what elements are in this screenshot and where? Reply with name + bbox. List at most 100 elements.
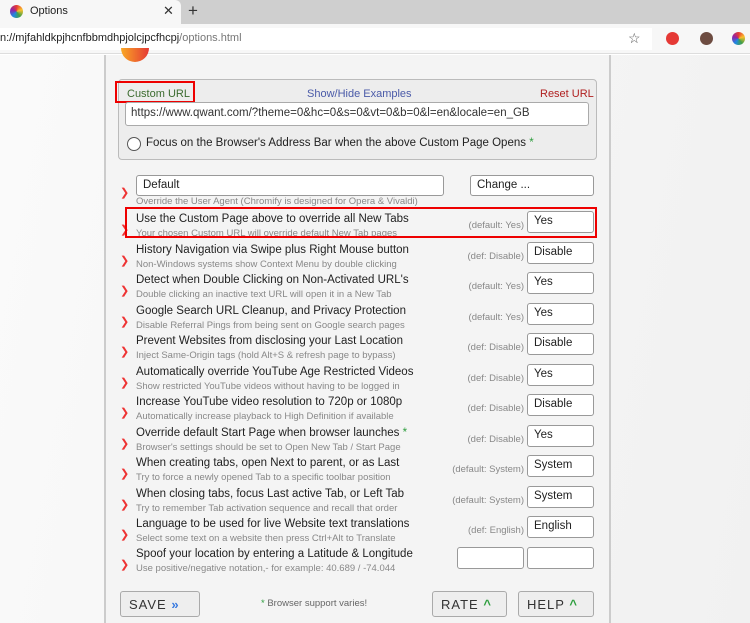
option-row: ❯ When creating tabs, open Next to paren… bbox=[118, 455, 598, 487]
focus-address-bar-radio[interactable] bbox=[127, 137, 141, 151]
row-title-text: Language to be used for live Website tex… bbox=[136, 518, 410, 530]
save-button[interactable]: SAVE » bbox=[120, 591, 200, 617]
default-value-label: (def: English) bbox=[468, 525, 524, 536]
focus-address-bar-label: Focus on the Browser's Address Bar when … bbox=[146, 137, 534, 149]
option-row: ❯ Google Search URL Cleanup, and Privacy… bbox=[118, 302, 598, 335]
row-title-text: Prevent Websites from disclosing your La… bbox=[136, 335, 403, 347]
row-title-text: Automatically override YouTube Age Restr… bbox=[136, 365, 414, 378]
option-row: ❯ Language to be used for live Website t… bbox=[118, 516, 598, 548]
change-user-agent-button[interactable]: Change ... bbox=[470, 175, 594, 196]
url-path: /options.html bbox=[179, 32, 242, 44]
option-select[interactable]: Disable bbox=[527, 394, 594, 416]
row-title-text: When closing tabs, focus Last active Tab… bbox=[136, 487, 405, 500]
option-select[interactable]: Yes bbox=[527, 363, 594, 386]
option-select[interactable]: Yes bbox=[527, 302, 594, 325]
extension-icon[interactable] bbox=[666, 32, 679, 45]
help-label: HELP bbox=[527, 597, 565, 612]
row-description: Double clicking an inactive text URL wil… bbox=[136, 289, 392, 300]
chevron-right-icon: ❯ bbox=[120, 559, 130, 571]
favorite-star-icon[interactable]: ☆ bbox=[628, 30, 641, 47]
option-select[interactable]: Disable bbox=[527, 333, 594, 355]
chevron-up-icon: ^ bbox=[483, 597, 492, 612]
row-description: Show restricted YouTube videos without h… bbox=[136, 380, 400, 392]
reset-url-link[interactable]: Reset URL bbox=[540, 88, 594, 100]
row-title-text: Increase YouTube video resolution to 720… bbox=[136, 396, 403, 408]
chromify-extension-icon[interactable] bbox=[732, 32, 745, 45]
default-value-label: (default: Yes) bbox=[468, 281, 524, 292]
option-select[interactable]: System bbox=[527, 485, 594, 508]
row-title: Increase YouTube video resolution to 720… bbox=[136, 396, 402, 408]
user-agent-desc: Override the User Agent (Chromify is des… bbox=[136, 196, 418, 207]
row-title-text: Override default Start Page when browser… bbox=[136, 426, 400, 439]
latitude-input[interactable] bbox=[457, 547, 524, 569]
tab-options[interactable]: Options ✕ bbox=[0, 0, 181, 24]
row-title: History Navigation via Swipe plus Right … bbox=[136, 244, 409, 256]
chevron-right-icon: ❯ bbox=[120, 468, 130, 480]
cookie-extension-icon[interactable] bbox=[700, 32, 713, 45]
option-row: ❯ Automatically override YouTube Age Res… bbox=[118, 363, 598, 396]
row-title: Automatically override YouTube Age Restr… bbox=[136, 366, 413, 378]
row-title-text: When creating tabs, open Next to parent,… bbox=[136, 457, 400, 469]
show-hide-examples-link[interactable]: Show/Hide Examples bbox=[307, 88, 412, 100]
row-description: Disable Referral Pings from being sent o… bbox=[136, 319, 405, 331]
row-description: Inject Same-Origin tags (hold Alt+S & re… bbox=[136, 350, 396, 361]
row-title-text: Detect when Double Clicking on Non-Activ… bbox=[136, 274, 409, 286]
option-select[interactable]: System bbox=[527, 455, 594, 477]
browser-support-note: * Browser support varies! bbox=[261, 598, 367, 609]
default-value-label: (def: Disable) bbox=[467, 342, 525, 353]
chevron-right-icon: ❯ bbox=[120, 376, 130, 389]
url-host: n://mjfahldkpjhcnfbbmdhpjolcjpcfhcpj bbox=[0, 32, 180, 44]
default-value-label: (default: System) bbox=[452, 464, 524, 475]
chevron-right-icon: ❯ bbox=[120, 285, 130, 297]
close-tab-icon[interactable]: ✕ bbox=[163, 3, 174, 19]
chevron-right-icon: ❯ bbox=[120, 437, 130, 450]
chevron-right-icon: ❯ bbox=[120, 529, 130, 541]
row-description: Non-Windows systems show Context Menu by… bbox=[136, 258, 397, 270]
tab-title: Options bbox=[30, 5, 68, 17]
option-row: ❯ Prevent Websites from disclosing your … bbox=[118, 333, 598, 365]
option-row: ❯ Increase YouTube video resolution to 7… bbox=[118, 394, 598, 426]
url-field[interactable]: n://mjfahldkpjhcnfbbmdhpjolcjpcfhcpj/opt… bbox=[0, 28, 652, 50]
option-select[interactable]: Disable bbox=[527, 241, 594, 264]
rate-label: RATE bbox=[441, 597, 479, 612]
note-text: Browser support varies! bbox=[264, 598, 368, 609]
row-title-text: Google Search URL Cleanup, and Privacy P… bbox=[136, 304, 406, 317]
option-select[interactable]: Yes bbox=[527, 424, 594, 447]
row-description: Use positive/negative notation,- for exa… bbox=[136, 563, 396, 574]
help-button[interactable]: HELP ^ bbox=[518, 591, 594, 617]
new-tab-button[interactable]: + bbox=[188, 1, 198, 21]
user-agent-input[interactable]: Default bbox=[136, 175, 444, 196]
tab-bar: Options ✕ + bbox=[0, 0, 750, 24]
row-title: Spoof your location by entering a Latitu… bbox=[136, 548, 413, 560]
longitude-input[interactable] bbox=[527, 547, 594, 569]
option-select[interactable]: Yes bbox=[527, 272, 594, 294]
support-star: * bbox=[529, 137, 534, 149]
custom-url-input[interactable]: https://www.qwant.com/?theme=0&hc=0&s=0&… bbox=[125, 102, 589, 126]
default-value-label: (default: Yes) bbox=[468, 311, 524, 323]
option-select[interactable]: English bbox=[527, 516, 594, 538]
option-row: ❯ Detect when Double Clicking on Non-Act… bbox=[118, 272, 598, 304]
option-row: ❯ When closing tabs, focus Last active T… bbox=[118, 485, 598, 518]
support-star: * bbox=[402, 426, 408, 439]
double-chevron-right-icon: » bbox=[171, 597, 180, 612]
row-title: Prevent Websites from disclosing your La… bbox=[136, 335, 403, 347]
row-title: Override default Start Page when browser… bbox=[136, 427, 407, 439]
default-value-label: (def: Disable) bbox=[467, 250, 525, 262]
highlight-box bbox=[115, 81, 195, 103]
row-title: When closing tabs, focus Last active Tab… bbox=[136, 488, 404, 500]
default-value-label: (default: System) bbox=[452, 494, 524, 506]
highlight-box bbox=[125, 207, 597, 238]
row-description: Automatically increase playback to High … bbox=[136, 411, 394, 422]
option-row: ❯ History Navigation via Swipe plus Righ… bbox=[118, 241, 598, 274]
chevron-right-icon: ❯ bbox=[120, 346, 130, 358]
row-description: Browser's settings should be set to Open… bbox=[136, 441, 401, 453]
address-bar: n://mjfahldkpjhcnfbbmdhpjolcjpcfhcpj/opt… bbox=[0, 24, 750, 54]
chevron-right-icon: ❯ bbox=[120, 254, 130, 267]
chevron-right-icon: ❯ bbox=[120, 407, 130, 419]
rate-button[interactable]: RATE ^ bbox=[432, 591, 507, 617]
row-title-text: History Navigation via Swipe plus Right … bbox=[136, 243, 409, 256]
default-value-label: (def: Disable) bbox=[467, 372, 525, 384]
row-title: Language to be used for live Website tex… bbox=[136, 518, 409, 530]
option-row: ❯ Override default Start Page when brows… bbox=[118, 424, 598, 457]
row-description: Select some text on a website then press… bbox=[136, 533, 396, 544]
